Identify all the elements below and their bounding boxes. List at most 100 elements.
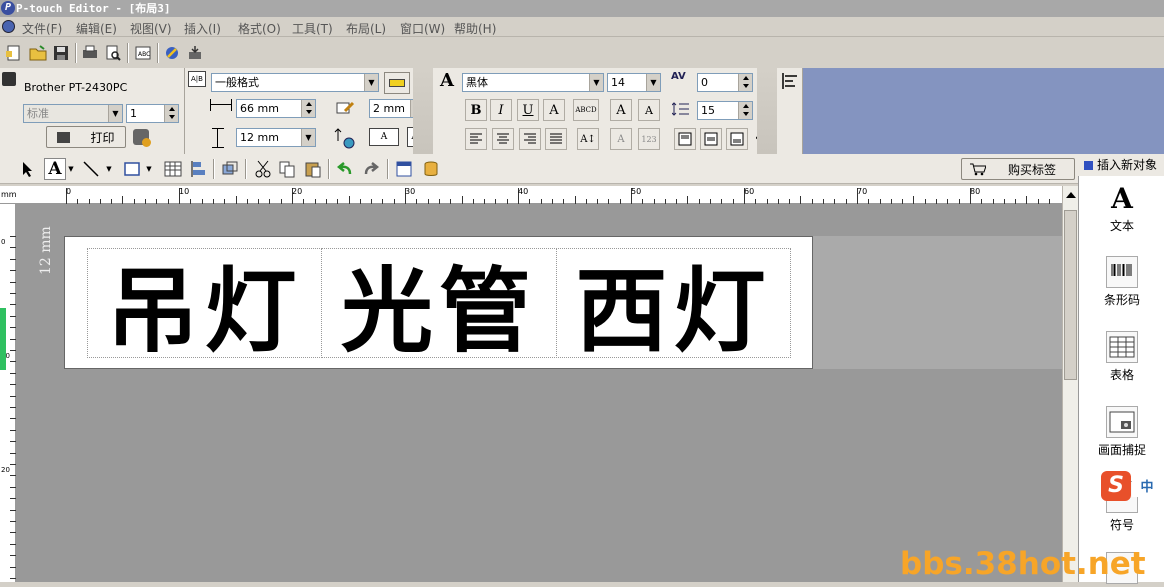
frame-icon[interactable]: A <box>369 128 399 146</box>
ruler-tick <box>1026 196 1027 204</box>
copies-stepper[interactable]: 1 <box>126 104 179 123</box>
vertical-scrollbar[interactable] <box>1062 186 1078 582</box>
wizard-icon[interactable] <box>161 42 183 64</box>
menu-file[interactable]: 文件(F) <box>22 20 62 37</box>
undo-icon[interactable] <box>334 158 356 180</box>
menu-insert[interactable]: 插入(I) <box>184 20 221 37</box>
valign-bottom-icon[interactable] <box>726 128 748 150</box>
bold-button[interactable]: B <box>465 99 487 121</box>
database-icon[interactable] <box>420 158 442 180</box>
ruler-label: 10 <box>179 187 190 196</box>
italic-button[interactable]: I <box>490 99 512 121</box>
align-center-icon[interactable] <box>492 128 514 150</box>
scrollbar-thumb[interactable] <box>1064 210 1077 380</box>
chevron-down-icon[interactable]: ▼ <box>144 158 154 180</box>
copy-icon[interactable] <box>276 158 298 180</box>
tape-orientation-button[interactable] <box>384 72 410 94</box>
align-right-icon[interactable] <box>519 128 541 150</box>
vertical-align-icon[interactable]: A↕ <box>577 128 599 150</box>
panel-grip[interactable] <box>413 68 433 154</box>
menu-layout[interactable]: 布局(L) <box>346 20 386 37</box>
font-family-select[interactable]: 黑体 ▼ <box>462 73 604 92</box>
grow-font-icon[interactable]: A <box>610 99 632 121</box>
font-size-select[interactable]: 14 ▼ <box>607 73 661 92</box>
print-mode-select[interactable]: 标准 ▼ <box>23 104 123 123</box>
label-tape[interactable]: 吊灯 光管 西灯 <box>64 236 813 369</box>
panel-grip[interactable] <box>757 68 777 154</box>
paste-icon[interactable] <box>302 158 324 180</box>
rectangle-tool-icon[interactable] <box>121 158 143 180</box>
menu-view[interactable]: 视图(V) <box>130 20 172 37</box>
rotate-text-icon[interactable]: A <box>610 128 632 150</box>
menu-format[interactable]: 格式(O) <box>238 20 281 37</box>
rotate-icon[interactable] <box>333 126 357 150</box>
spin-arrows-icon[interactable] <box>164 105 178 122</box>
print-button[interactable]: 打印 <box>46 126 126 148</box>
char-spacing-field[interactable]: 0 <box>697 73 753 92</box>
insert-screen-capture-item[interactable]: 画面捕捉 <box>1079 406 1164 458</box>
align-left-icon[interactable] <box>465 128 487 150</box>
tape-width-select[interactable]: 12 mm ▼ <box>236 128 316 147</box>
text-width-icon[interactable]: ABCD <box>573 99 599 121</box>
ruler-label: 70 <box>857 187 868 196</box>
valign-middle-icon[interactable] <box>700 128 722 150</box>
insert-barcode-item[interactable]: 条形码 <box>1079 256 1164 308</box>
insert-item-label: 条形码 <box>1103 293 1140 307</box>
cut-icon[interactable] <box>252 158 274 180</box>
text-tool-icon[interactable]: A <box>44 158 66 180</box>
number-format-icon[interactable]: 123 <box>638 128 660 150</box>
auto-length-icon[interactable] <box>335 99 355 117</box>
justify-icon[interactable] <box>545 128 567 150</box>
spin-arrows-icon[interactable] <box>301 100 315 117</box>
arrange-icon[interactable] <box>781 72 799 90</box>
menu-edit[interactable]: 编辑(E) <box>76 20 117 37</box>
transfer-icon[interactable] <box>184 42 206 64</box>
shrink-font-icon[interactable]: A <box>638 99 660 121</box>
length-value: 66 mm <box>240 102 279 115</box>
select-arrow-icon[interactable] <box>17 158 39 180</box>
window-title: P-touch Editor - [布局3] <box>16 2 171 15</box>
table-tool-icon[interactable] <box>162 158 184 180</box>
group-objects-icon[interactable] <box>219 158 241 180</box>
label-cell[interactable]: 光管 <box>321 248 557 365</box>
print-icon[interactable] <box>79 42 101 64</box>
chevron-down-icon: ▼ <box>646 74 660 91</box>
align-objects-icon[interactable] <box>188 158 210 180</box>
ruler-tick <box>349 196 350 204</box>
ime-logo[interactable]: S <box>1101 471 1131 501</box>
save-icon[interactable] <box>50 42 72 64</box>
menu-tools[interactable]: 工具(T) <box>292 20 333 37</box>
label-cell[interactable]: 西灯 <box>556 248 791 365</box>
spin-arrows-icon[interactable] <box>738 102 752 119</box>
menu-window[interactable]: 窗口(W) <box>400 20 445 37</box>
insert-table-item[interactable]: 表格 <box>1079 331 1164 383</box>
label-cell[interactable]: 吊灯 <box>87 248 322 365</box>
menu-help[interactable]: 帮助(H) <box>454 20 496 37</box>
insert-object-panel: A 文本 条形码 表格 画面捕捉 符号 <box>1078 176 1164 584</box>
format-select[interactable]: 一般格式 ▼ <box>211 73 379 92</box>
open-folder-icon[interactable] <box>27 42 49 64</box>
length-field[interactable]: 66 mm <box>236 99 316 118</box>
line-tool-icon[interactable] <box>80 158 102 180</box>
barcode-icon <box>1106 256 1138 288</box>
print-preview-icon[interactable] <box>102 42 124 64</box>
spin-arrows-icon[interactable] <box>738 74 752 91</box>
buy-labels-button[interactable]: 购买标签 <box>961 158 1075 180</box>
chevron-down-icon[interactable]: ▼ <box>104 158 114 180</box>
ruler-label: 50 <box>631 187 642 196</box>
document-icon[interactable] <box>2 20 15 33</box>
properties-icon[interactable] <box>393 158 415 180</box>
printer-settings-icon[interactable] <box>133 129 151 147</box>
chevron-down-icon[interactable]: ▼ <box>66 158 76 180</box>
line-spacing-field[interactable]: 15 <box>697 101 753 120</box>
underline-button[interactable]: U <box>517 99 539 121</box>
valign-top-icon[interactable] <box>674 128 696 150</box>
insert-text-item[interactable]: A 文本 <box>1079 182 1164 234</box>
ime-mode-badge[interactable]: 中 <box>1132 479 1162 497</box>
ruler-label: 80 <box>970 187 981 196</box>
spell-check-icon[interactable]: ABC <box>132 42 154 64</box>
redo-icon[interactable] <box>360 158 382 180</box>
outline-text-button[interactable]: A <box>543 99 565 121</box>
new-document-icon[interactable] <box>3 42 25 64</box>
scroll-up-icon[interactable] <box>1066 192 1076 198</box>
